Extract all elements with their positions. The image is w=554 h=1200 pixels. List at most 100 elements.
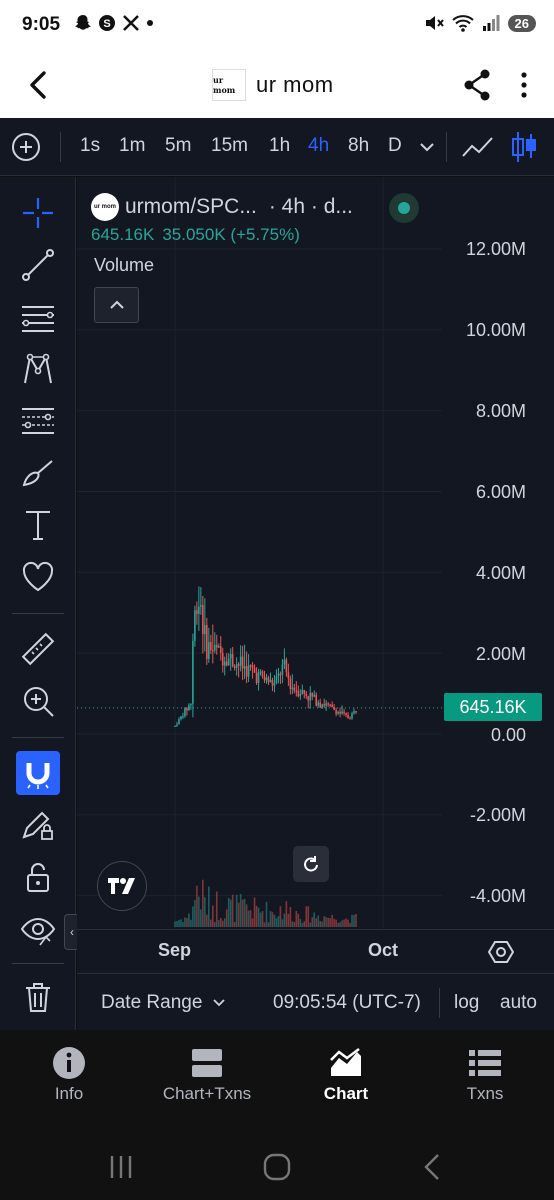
divider <box>446 132 447 162</box>
timeframe-8h[interactable]: 8h <box>348 135 369 157</box>
page-title: ur mom <box>256 72 334 97</box>
hide-drawings-tool[interactable] <box>16 907 60 951</box>
volume-bar <box>217 920 220 927</box>
volume-bar <box>291 921 294 927</box>
time-axis[interactable]: Sep Oct <box>77 929 554 973</box>
timeframe-toolbar: 1s 1m 5m 15m 1h 4h 8h D <box>0 118 554 176</box>
volume-bar <box>275 918 278 927</box>
magnet-tool[interactable] <box>16 751 60 795</box>
pencil-lock-icon <box>22 811 53 840</box>
candles-chart-type-icon[interactable] <box>508 130 540 164</box>
drawing-toolbar <box>0 177 76 1030</box>
candle-body <box>295 690 298 692</box>
share-button[interactable] <box>460 66 494 104</box>
legend-collapse-button[interactable] <box>94 287 139 323</box>
volume-bar <box>277 916 280 927</box>
zoom-tool[interactable] <box>16 679 60 723</box>
volume-bar <box>192 906 194 927</box>
page-title-group: ur mom ur mom <box>212 69 334 101</box>
legend-symbol[interactable]: urmom/SPC... <box>125 195 257 219</box>
volume-bar <box>319 920 322 927</box>
nav-tab-chart[interactable]: Chart <box>277 1046 415 1104</box>
delete-tool[interactable] <box>16 975 60 1019</box>
s-app-icon: S <box>99 15 115 31</box>
volume-bar <box>182 921 184 927</box>
nav-label: Chart+Txns <box>162 1084 252 1103</box>
volume-bar <box>202 879 204 927</box>
legend-interval: · 4h · d... <box>268 195 353 218</box>
line-chart-type-icon[interactable] <box>460 132 496 162</box>
timeframe-1m[interactable]: 1m <box>119 135 145 157</box>
candle-body <box>339 711 341 714</box>
volume-bar <box>303 921 306 927</box>
home-button[interactable] <box>262 1152 292 1182</box>
text-tool[interactable] <box>16 503 60 547</box>
volume-bar <box>243 898 246 927</box>
volume-bar <box>331 914 333 927</box>
chevron-down-icon[interactable] <box>418 140 436 154</box>
favorites-tool[interactable] <box>16 555 60 599</box>
volume-bar <box>221 920 224 927</box>
date-range-dropdown[interactable]: Date Range <box>101 992 226 1014</box>
trend-line-tool[interactable] <box>16 243 60 287</box>
timezone-clock[interactable]: 09:05:54 (UTC-7) <box>273 992 421 1014</box>
divider <box>12 737 64 738</box>
timeframe-5m[interactable]: 5m <box>165 135 191 157</box>
timeframe-15m[interactable]: 15m <box>211 135 248 157</box>
forecast-tool[interactable] <box>16 399 60 443</box>
candle-body <box>206 625 208 659</box>
log-scale-toggle[interactable]: log <box>454 992 479 1014</box>
measure-tool[interactable] <box>16 627 60 671</box>
candle-body <box>301 689 304 694</box>
auto-scale-toggle[interactable]: auto <box>500 992 537 1014</box>
candle-body <box>299 693 302 697</box>
text-icon <box>26 511 50 540</box>
volume-bar <box>351 914 353 927</box>
reset-chart-button[interactable] <box>293 846 329 882</box>
trash-icon <box>26 983 50 1012</box>
chart-area[interactable]: ur mom urmom/SPC... · 4h · d... 645.16K … <box>77 177 554 929</box>
pattern-tool[interactable] <box>16 347 60 391</box>
nav-tab-txns[interactable]: Txns <box>416 1046 554 1104</box>
candle-body <box>265 677 268 681</box>
candle-body <box>283 659 286 665</box>
y-tick-label: 8.00M <box>475 401 526 421</box>
lock-drawings-tool[interactable] <box>16 803 60 847</box>
nav-tab-info[interactable]: Info <box>0 1046 138 1104</box>
volume-bar <box>265 901 268 927</box>
volume-bar <box>299 918 302 927</box>
fib-lines-icon <box>22 306 54 332</box>
timeframe-1h[interactable]: 1h <box>269 135 290 157</box>
volume-bar <box>267 922 270 927</box>
candle-body <box>285 659 288 673</box>
add-indicator-button[interactable] <box>12 133 40 161</box>
candle-body <box>221 653 224 666</box>
volume-bar <box>269 910 272 927</box>
volume-bar <box>204 897 206 927</box>
candle-body <box>194 610 196 641</box>
recent-apps-button[interactable] <box>106 1152 136 1182</box>
back-button[interactable] <box>24 68 54 102</box>
fib-retracement-tool[interactable] <box>16 295 60 339</box>
more-options-button[interactable] <box>514 68 534 102</box>
volume-bar <box>335 919 337 927</box>
candle-body <box>333 706 335 710</box>
back-nav-button[interactable] <box>418 1152 448 1182</box>
timeframe-1s[interactable]: 1s <box>80 135 100 157</box>
candle-body <box>249 665 252 667</box>
chart-settings-icon[interactable] <box>488 939 514 965</box>
timeframe-4h[interactable]: 4h <box>308 135 329 157</box>
candle-body <box>227 658 230 666</box>
market-status-indicator[interactable] <box>389 193 419 223</box>
volume-bar <box>341 920 343 927</box>
tradingview-logo[interactable] <box>97 861 147 911</box>
timeframe-d[interactable]: D <box>388 135 402 157</box>
lock-all-tool[interactable] <box>16 855 60 899</box>
brush-tool[interactable] <box>16 451 60 495</box>
volume-bar <box>285 901 288 927</box>
nav-tab-chart-txns[interactable]: Chart+Txns <box>138 1046 276 1104</box>
crosshair-tool[interactable] <box>16 191 60 235</box>
volume-bar <box>295 910 298 927</box>
magnet-icon <box>26 763 50 789</box>
candle-body <box>178 719 180 725</box>
